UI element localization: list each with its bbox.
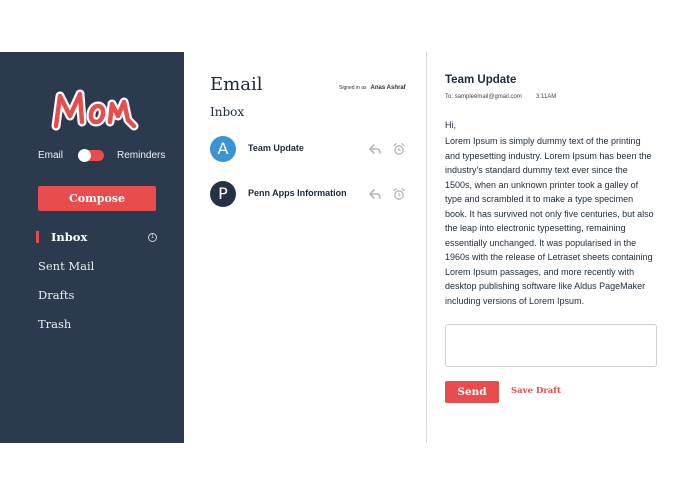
avatar: P [210,181,236,207]
sidebar-item-drafts[interactable]: Drafts [38,288,74,304]
email-subject: Penn Apps Information [248,188,347,198]
toggle-label-email: Email [38,150,64,161]
email-app: Email Reminders Compose Inbox 1 Sent Mai… [0,52,695,443]
page-title: Email [210,74,263,95]
email-timestamp: 3:11AM [536,94,557,100]
sidebar-item-label: Sent Mail [38,259,95,273]
sidebar-item-inbox[interactable]: Inbox [36,230,148,246]
alarm-clock-icon[interactable] [392,142,406,156]
compose-button[interactable]: Compose [38,186,156,211]
send-button[interactable]: Send [445,381,499,403]
email-subject: Team Update [248,143,304,153]
toggle-label-reminders: Reminders [117,150,166,161]
signed-in-prefix: Signed in as [339,85,367,91]
email-list-item[interactable]: P Penn Apps Information [210,181,410,207]
email-recipient: To: sampleemail@gmail.com [445,94,522,100]
reply-icon[interactable] [368,187,382,201]
email-greeting: Hi, [445,120,456,130]
avatar: A [210,136,236,162]
folder-title: Inbox [210,105,245,119]
email-body: Lorem Ipsum is simply dummy text of the … [445,136,654,306]
unread-count-badge: 1 [148,233,157,242]
sidebar-item-label: Drafts [38,288,75,302]
email-list-item[interactable]: A Team Update [210,136,410,162]
mode-toggle-row: Email Reminders [38,149,165,164]
sidebar-item-label: Trash [38,317,72,331]
email-reminders-toggle[interactable] [78,149,104,162]
signed-in-user: Anas Ashraf [370,85,406,91]
email-list-pane: Email Signed in as Anas Ashraf Inbox A Te… [184,52,426,443]
mom-logo [50,82,140,134]
signed-in-info: Signed in as Anas Ashraf [339,85,406,91]
alarm-clock-icon[interactable] [392,187,406,201]
sidebar-item-label: Inbox [51,230,88,244]
active-indicator [36,231,39,243]
email-detail-pane: Team Update To: sampleemail@gmail.com 3:… [427,52,695,443]
sidebar: Email Reminders Compose Inbox 1 Sent Mai… [0,52,184,443]
sidebar-item-trash[interactable]: Trash [38,317,71,333]
email-detail-subject: Team Update [445,74,517,86]
sidebar-item-sent-mail[interactable]: Sent Mail [38,259,94,275]
toggle-knob [78,149,91,162]
save-draft-link[interactable]: Save Draft [511,386,561,396]
reply-icon[interactable] [368,142,382,156]
reply-textarea[interactable] [445,324,657,367]
